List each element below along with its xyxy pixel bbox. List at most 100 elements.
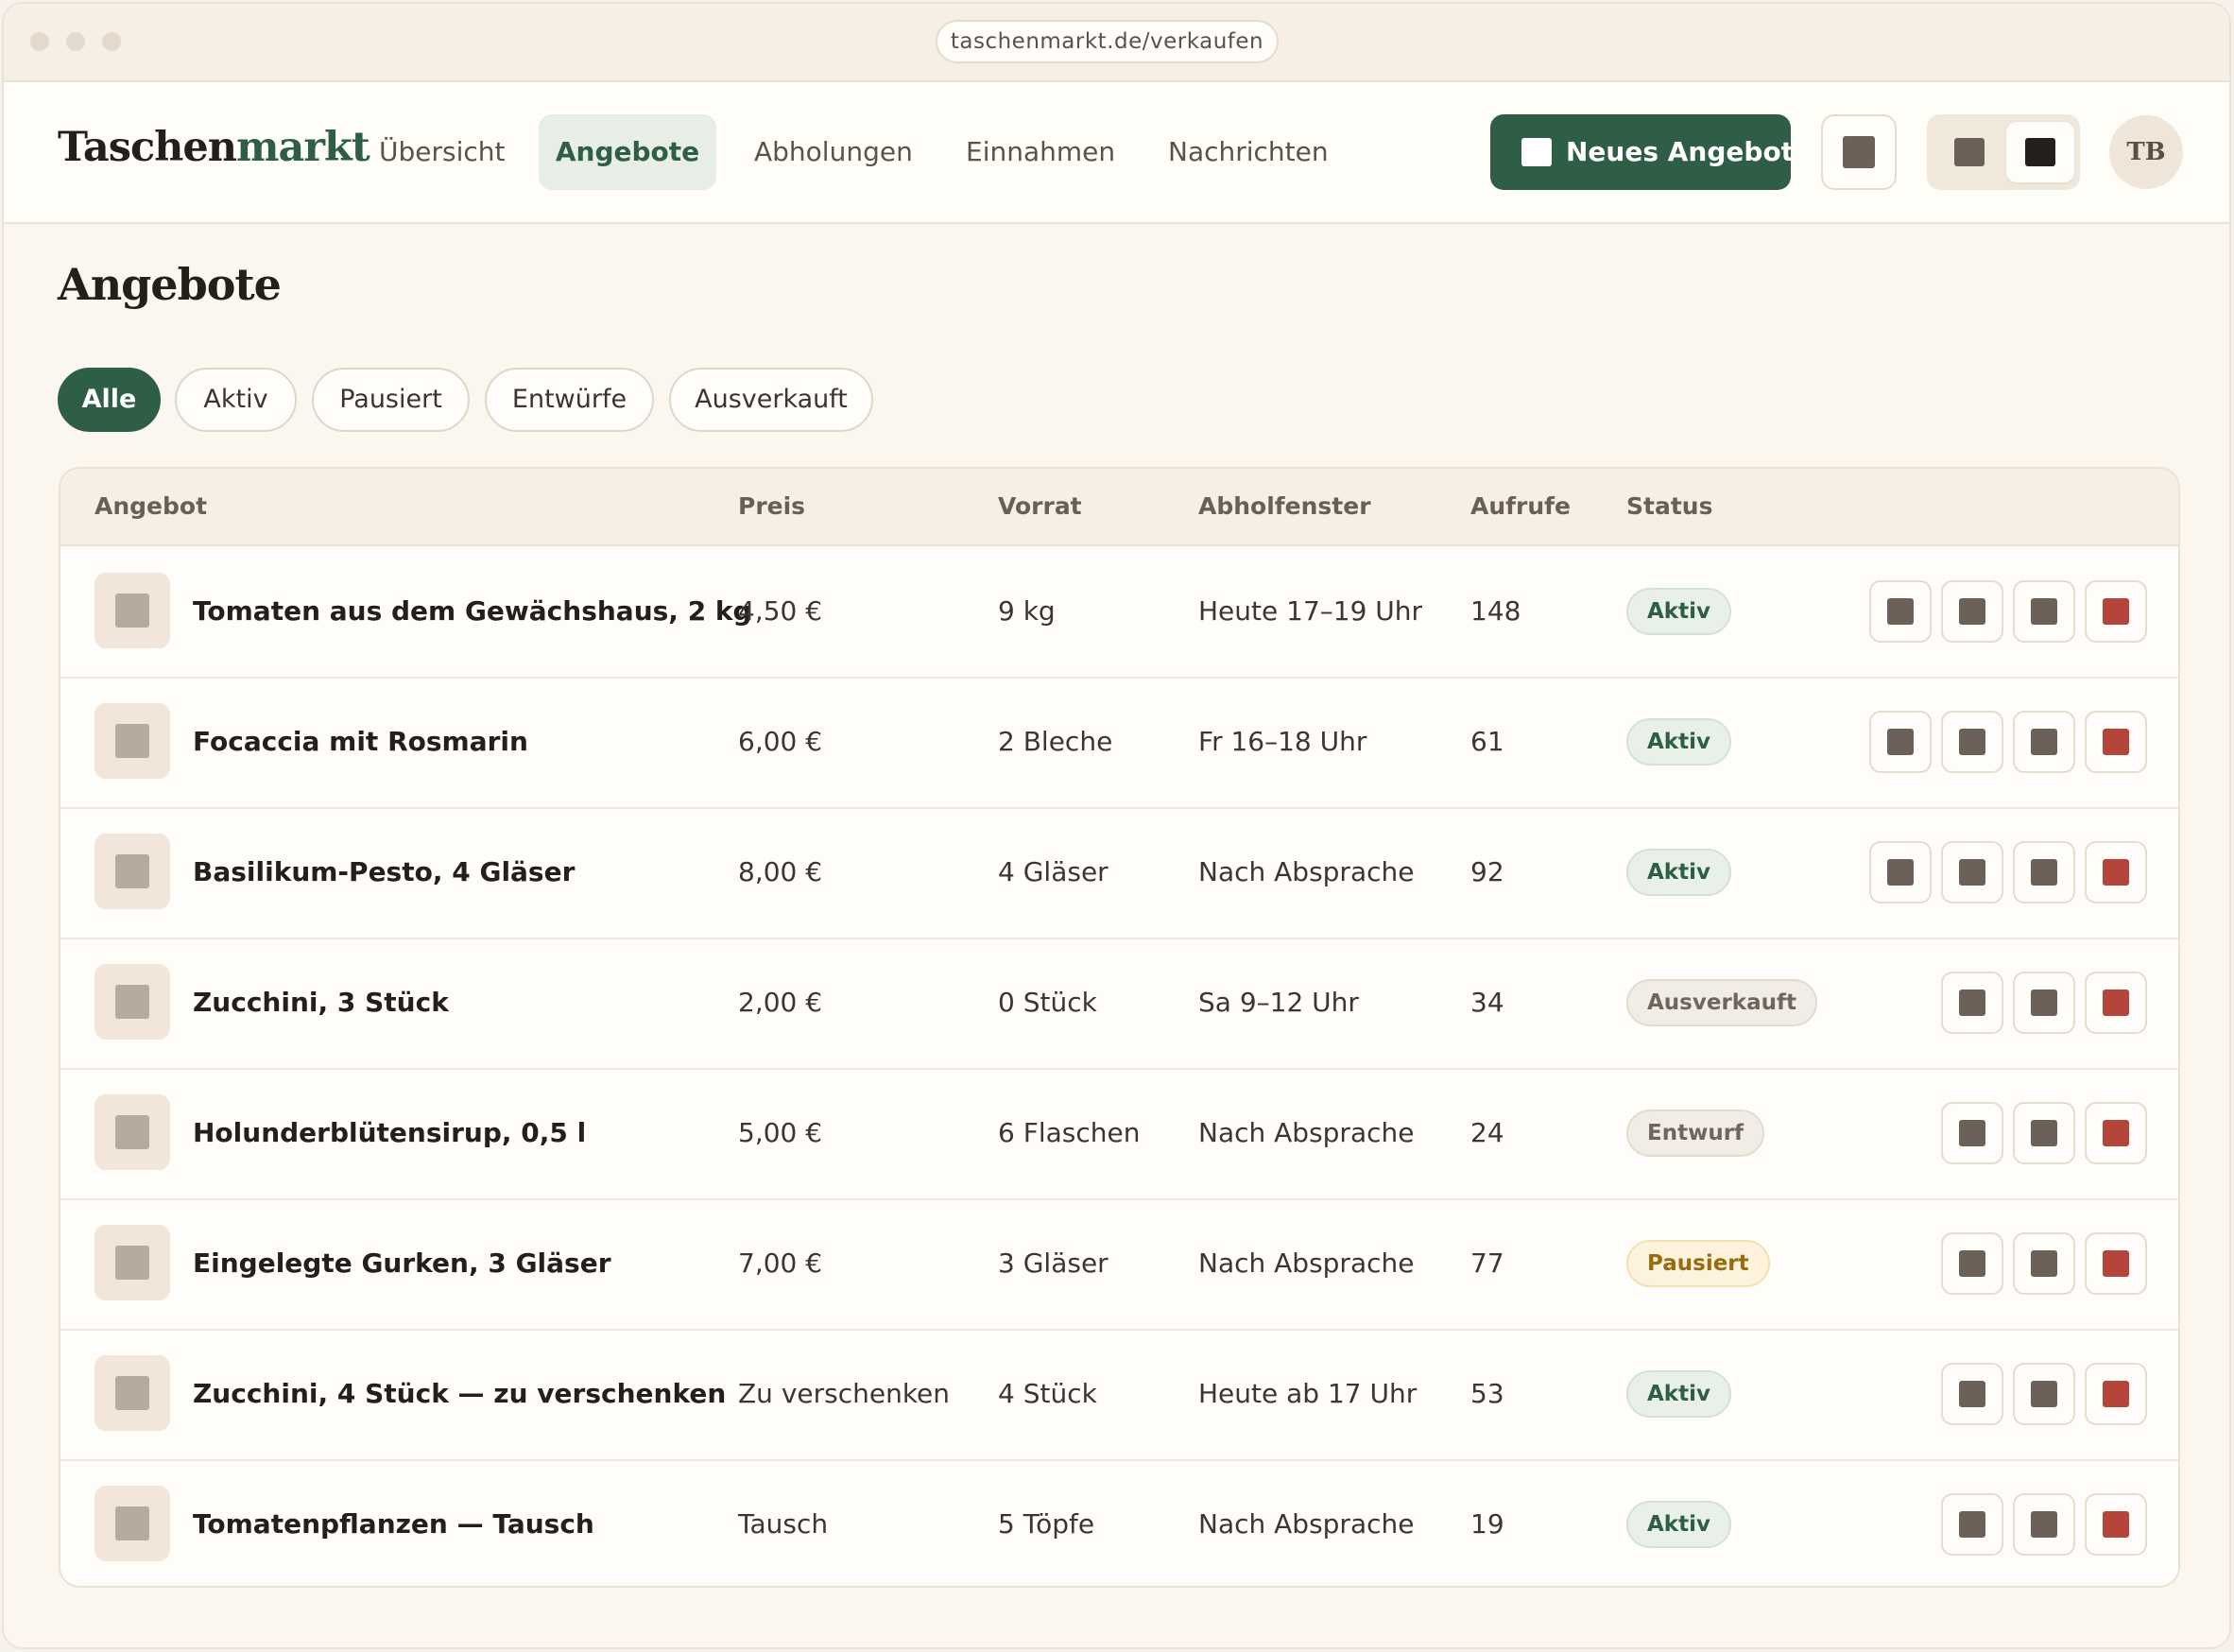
table-row[interactable]: Basilikum-Pesto, 4 Gläser 8,00 € 4 Gläser N… bbox=[60, 807, 2178, 939]
edit-button[interactable] bbox=[1869, 580, 1932, 643]
delete-button[interactable] bbox=[2085, 1102, 2147, 1164]
duplicate-button[interactable] bbox=[2013, 1493, 2075, 1556]
edit-button[interactable] bbox=[1941, 972, 2003, 1034]
delete-button[interactable] bbox=[2085, 972, 2147, 1034]
duplicate-button[interactable] bbox=[1941, 841, 2003, 903]
listing-thumbnail[interactable] bbox=[95, 834, 170, 909]
delete-button[interactable] bbox=[2085, 580, 2147, 643]
window-close-dot[interactable] bbox=[30, 32, 49, 51]
table-row[interactable]: Holunderblütensirup, 0,5 l 5,00 € 6 Flasch… bbox=[60, 1068, 2178, 1200]
duplicate-button[interactable] bbox=[2013, 972, 2075, 1034]
column-header-vorrat[interactable]: Vorrat bbox=[998, 469, 1082, 544]
listing-name[interactable]: Zucchini, 4 Stück — zu verschenken bbox=[193, 1329, 726, 1459]
pause-button[interactable] bbox=[2013, 711, 2075, 773]
listing-name[interactable]: Zucchini, 3 Stück bbox=[193, 938, 449, 1068]
window-maximize-dot[interactable] bbox=[102, 32, 121, 51]
listing-thumbnail[interactable] bbox=[95, 1094, 170, 1170]
pencil-icon bbox=[1959, 1120, 1985, 1146]
column-header-abholfenster[interactable]: Abholfenster bbox=[1198, 469, 1371, 544]
view-toggle-grid[interactable] bbox=[2006, 122, 2074, 182]
listing-thumbnail[interactable] bbox=[95, 1355, 170, 1431]
listing-thumbnail[interactable] bbox=[95, 964, 170, 1040]
address-bar[interactable]: taschenmarkt.de/verkaufen bbox=[936, 20, 1279, 63]
table-row[interactable]: Tomaten aus dem Gewächshaus, 2 kg 4,50 € 9… bbox=[60, 546, 2178, 679]
copy-icon bbox=[2031, 1250, 2057, 1277]
delete-button[interactable] bbox=[2085, 711, 2147, 773]
trash-icon bbox=[2103, 598, 2129, 625]
delete-button[interactable] bbox=[2085, 1232, 2147, 1295]
nav-angebote[interactable]: Angebote bbox=[539, 114, 716, 190]
table-row[interactable]: Zucchini, 4 Stück — zu verschenken Zu ver… bbox=[60, 1329, 2178, 1461]
pencil-icon bbox=[1959, 989, 1985, 1016]
nav-nachrichten[interactable]: Nachrichten bbox=[1168, 114, 1329, 190]
duplicate-button[interactable] bbox=[1941, 711, 2003, 773]
column-header-status[interactable]: Status bbox=[1626, 469, 1712, 544]
listing-pickup-window: Heute 17–19 Uhr bbox=[1198, 595, 1423, 627]
filter-alle[interactable]: Alle bbox=[58, 368, 161, 432]
listings-table: Angebot Preis Vorrat Abholfenster Aufruf… bbox=[59, 467, 2180, 1588]
listing-name[interactable]: Focaccia mit Rosmarin bbox=[193, 677, 528, 807]
nav-abholungen[interactable]: Abholungen bbox=[754, 114, 913, 190]
duplicate-button[interactable] bbox=[2013, 1102, 2075, 1164]
pause-button[interactable] bbox=[2013, 580, 2075, 643]
nav-einnahmen[interactable]: Einnahmen bbox=[966, 114, 1115, 190]
avatar[interactable]: TB bbox=[2109, 115, 2183, 189]
edit-button[interactable] bbox=[1941, 1493, 2003, 1556]
listing-thumbnail[interactable] bbox=[95, 573, 170, 648]
listing-price: 6,00 € bbox=[738, 726, 823, 757]
listing-pickup-window: Nach Absprache bbox=[1198, 1508, 1415, 1540]
column-header-preis[interactable]: Preis bbox=[738, 469, 805, 544]
listing-price: 4,50 € bbox=[738, 595, 823, 627]
filter-aktiv[interactable]: Aktiv bbox=[175, 368, 297, 432]
column-header-aufrufe[interactable]: Aufrufe bbox=[1470, 469, 1571, 544]
listing-name[interactable]: Basilikum-Pesto, 4 Gläser bbox=[193, 807, 575, 938]
pencil-icon bbox=[1959, 1250, 1985, 1277]
table-row[interactable]: Tomatenpflanzen — Tausch Tausch 5 Töpfe Nac… bbox=[60, 1459, 2178, 1586]
edit-button[interactable] bbox=[1869, 841, 1932, 903]
listing-stock: 4 Gläser bbox=[998, 856, 1108, 887]
listing-name[interactable]: Tomaten aus dem Gewächshaus, 2 kg bbox=[193, 546, 752, 677]
trash-icon bbox=[2103, 989, 2129, 1016]
filter-entwuerfe[interactable]: Entwürfe bbox=[485, 368, 654, 432]
filter-ausverkauft[interactable]: Ausverkauft bbox=[669, 368, 873, 432]
edit-button[interactable] bbox=[1941, 1232, 2003, 1295]
delete-button[interactable] bbox=[2085, 841, 2147, 903]
duplicate-button[interactable] bbox=[2013, 1363, 2075, 1425]
table-row[interactable]: Eingelegte Gurken, 3 Gläser 7,00 € 3 Gläse… bbox=[60, 1198, 2178, 1331]
nav-uebersicht[interactable]: Übersicht bbox=[379, 114, 506, 190]
listing-name[interactable]: Eingelegte Gurken, 3 Gläser bbox=[193, 1198, 611, 1329]
listing-stock: 9 kg bbox=[998, 595, 1056, 627]
listing-name[interactable]: Tomatenpflanzen — Tausch bbox=[193, 1459, 594, 1586]
status-badge: Ausverkauft bbox=[1626, 979, 1817, 1026]
edit-button[interactable] bbox=[1941, 1363, 2003, 1425]
listing-thumbnail[interactable] bbox=[95, 1225, 170, 1300]
notifications-button[interactable] bbox=[1821, 114, 1897, 190]
duplicate-button[interactable] bbox=[2013, 1232, 2075, 1295]
trash-icon bbox=[2103, 1381, 2129, 1407]
listing-thumbnail[interactable] bbox=[95, 1486, 170, 1561]
listing-name[interactable]: Holunderblütensirup, 0,5 l bbox=[193, 1068, 586, 1198]
plus-icon bbox=[1521, 138, 1552, 166]
bell-icon bbox=[1843, 136, 1875, 168]
duplicate-button[interactable] bbox=[1941, 580, 2003, 643]
column-header-angebot[interactable]: Angebot bbox=[95, 469, 207, 544]
edit-button[interactable] bbox=[1941, 1102, 2003, 1164]
listing-thumbnail[interactable] bbox=[95, 703, 170, 779]
delete-button[interactable] bbox=[2085, 1493, 2147, 1556]
filter-pausiert[interactable]: Pausiert bbox=[312, 368, 470, 432]
table-row[interactable]: Focaccia mit Rosmarin 6,00 € 2 Bleche Fr 16… bbox=[60, 677, 2178, 809]
listing-pickup-window: Nach Absprache bbox=[1198, 1248, 1415, 1279]
listing-stock: 4 Stück bbox=[998, 1378, 1097, 1409]
window-minimize-dot[interactable] bbox=[66, 32, 85, 51]
table-row[interactable]: Zucchini, 3 Stück 2,00 € 0 Stück Sa 9–12 Uh… bbox=[60, 938, 2178, 1070]
listing-price: 5,00 € bbox=[738, 1117, 823, 1148]
new-listing-button[interactable]: Neues Angebot bbox=[1490, 114, 1794, 190]
view-toggle-list[interactable] bbox=[1935, 122, 2003, 182]
pause-button[interactable] bbox=[2013, 841, 2075, 903]
delete-button[interactable] bbox=[2085, 1363, 2147, 1425]
listing-pickup-window: Nach Absprache bbox=[1198, 1117, 1415, 1148]
status-badge: Entwurf bbox=[1626, 1110, 1765, 1157]
edit-button[interactable] bbox=[1869, 711, 1932, 773]
logo[interactable]: Taschenmarkt bbox=[58, 124, 370, 171]
copy-icon bbox=[2031, 989, 2057, 1016]
